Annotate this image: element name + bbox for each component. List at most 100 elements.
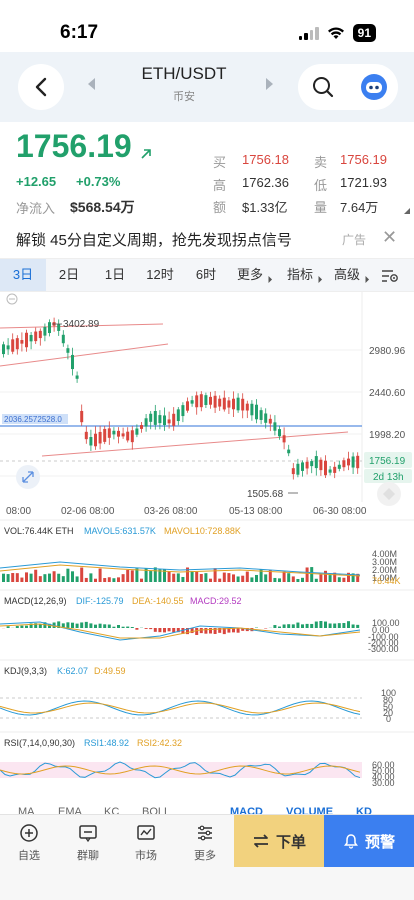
volume-bar <box>342 577 346 582</box>
candle <box>319 459 323 471</box>
candle <box>71 354 74 370</box>
candle <box>29 334 33 342</box>
candle <box>61 334 65 344</box>
tab-3d[interactable]: 3日 <box>0 259 46 291</box>
candle <box>103 428 107 442</box>
candle <box>241 398 245 411</box>
macd-bar <box>20 625 24 628</box>
candle <box>218 398 222 407</box>
volume-bar <box>11 573 15 582</box>
tab-indicators[interactable]: 指标 <box>280 259 328 291</box>
ask-label: 卖 <box>314 155 328 170</box>
volume-bar <box>167 571 171 582</box>
wifi-icon <box>327 26 344 39</box>
volume-bar <box>29 573 33 582</box>
volume-bar <box>310 567 314 582</box>
macd-bar <box>347 621 350 628</box>
tab-2d[interactable]: 2日 <box>48 259 90 291</box>
nav-market[interactable]: 市场 <box>121 823 171 863</box>
tab-1d[interactable]: 1日 <box>94 259 136 291</box>
chart-settings-icon[interactable] <box>381 267 399 283</box>
macd-bar <box>282 624 286 628</box>
y-tick: 2440.60 <box>369 388 406 399</box>
candle <box>89 437 93 446</box>
volume-bar <box>278 578 281 582</box>
tab-12h[interactable]: 12时 <box>138 259 182 291</box>
order-button[interactable]: 下单 <box>234 815 324 867</box>
alert-button[interactable]: 预警 <box>324 815 414 867</box>
macd-bar <box>153 628 157 632</box>
macd-bar <box>98 623 102 628</box>
nav-more[interactable]: 更多 <box>180 823 230 863</box>
volume-bar <box>245 571 249 582</box>
candle <box>135 428 139 435</box>
turnover-label: 额 <box>213 200 227 215</box>
candle <box>158 415 162 424</box>
candle <box>80 410 84 423</box>
candle <box>232 398 235 410</box>
volume-bar <box>199 573 203 582</box>
volume-bar <box>324 570 327 582</box>
clock: 6:17 <box>60 22 99 43</box>
candle <box>195 395 199 408</box>
close-icon[interactable]: ✕ <box>382 227 397 247</box>
tab-6h[interactable]: 6时 <box>186 259 226 291</box>
volume-bar <box>94 578 97 582</box>
candle <box>190 400 194 404</box>
caret-down-icon <box>361 275 370 284</box>
candle <box>149 413 153 422</box>
macd-bar <box>167 628 171 632</box>
macd-bar <box>287 624 291 628</box>
volume-bar <box>34 569 38 582</box>
kline-chart[interactable]: 2036.2572528.0 3402.89 1505.68 2980.96 2… <box>0 292 414 812</box>
macd-bar <box>333 623 337 628</box>
candle <box>172 413 176 426</box>
more-menu-icon <box>198 825 212 841</box>
trend-line-lower[interactable] <box>41 431 349 457</box>
caret-down-icon <box>264 275 273 284</box>
nav-watchlist[interactable]: 自选 <box>4 823 54 863</box>
volume-bar <box>80 567 84 582</box>
volume-bar <box>282 571 286 582</box>
macd-bar <box>94 624 97 628</box>
pair-title[interactable]: ETH/USDT 币安 <box>84 64 284 110</box>
kdj-k-line <box>0 700 361 716</box>
candle <box>356 455 360 469</box>
search-icon[interactable] <box>310 74 336 100</box>
tab-more[interactable]: 更多 <box>230 259 278 291</box>
back-button[interactable] <box>18 64 64 110</box>
candle <box>324 460 327 476</box>
volume-bar <box>204 573 208 582</box>
ad-banner[interactable]: 解锁 45分自定义周期，抢先发现拐点信号 广告 ✕ <box>0 224 414 252</box>
nav-chat[interactable]: 群聊 <box>63 823 113 863</box>
volume-bar <box>66 568 70 582</box>
candle <box>94 433 97 447</box>
x-tick: 08:00 <box>6 506 31 517</box>
kline-chart-svg[interactable]: 2036.2572528.0 3402.89 1505.68 2980.96 2… <box>0 292 414 812</box>
tab-advanced[interactable]: 高级 <box>328 259 374 291</box>
macd-bar <box>103 624 107 628</box>
expand-corner-icon[interactable] <box>404 208 410 214</box>
next-pair-arrow-icon[interactable] <box>266 78 273 90</box>
candle <box>2 344 5 355</box>
tab-advanced-label: 高级 <box>333 267 360 282</box>
chat-icon <box>79 825 97 843</box>
candle <box>84 431 88 440</box>
macd-bar <box>126 626 130 628</box>
candle <box>153 411 157 425</box>
high-value: 1762.36 <box>242 175 289 190</box>
macd-bar <box>163 628 166 633</box>
macd-bar <box>15 626 19 628</box>
vol-label: VOL:76.44K ETH <box>4 526 74 536</box>
header-actions <box>298 64 398 110</box>
volume-bar <box>57 573 61 582</box>
candle <box>209 396 212 405</box>
macd-dif: DIF:-125.79 <box>76 596 124 606</box>
trend-line-middle[interactable] <box>0 343 169 367</box>
volume-bar <box>140 578 143 582</box>
volume-bar <box>149 571 153 582</box>
candle <box>130 430 134 443</box>
volume-bar <box>176 573 180 582</box>
ai-assistant-icon[interactable] <box>360 73 388 101</box>
candle <box>278 429 281 437</box>
